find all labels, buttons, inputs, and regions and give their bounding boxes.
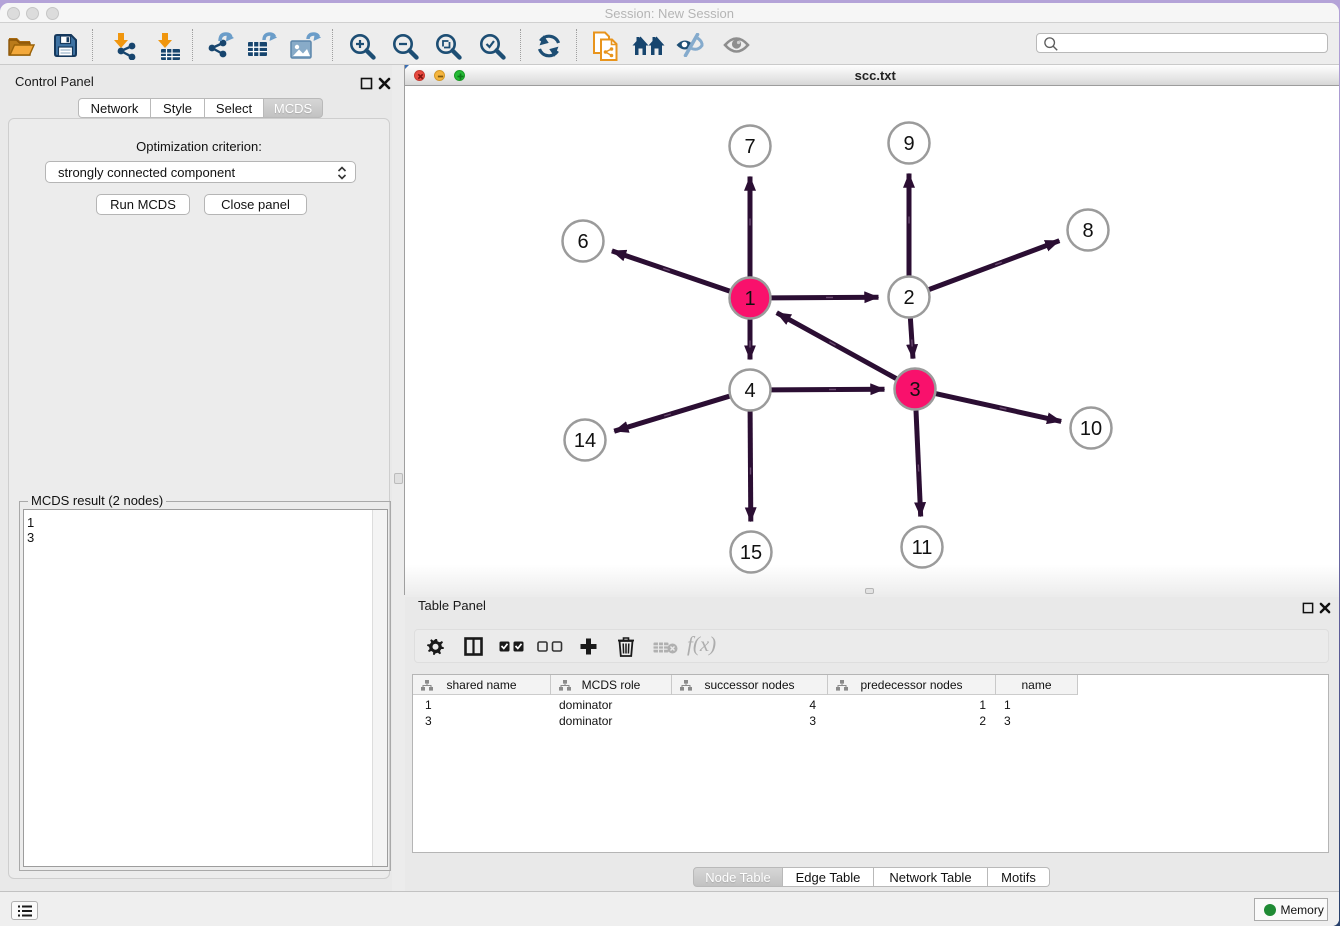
svg-text:4: 4	[744, 380, 755, 402]
svg-text:8: 8	[1082, 220, 1093, 242]
svg-text:3: 3	[909, 379, 920, 401]
svg-text:11: 11	[912, 537, 933, 559]
svg-text:9: 9	[903, 133, 914, 155]
svg-text:2: 2	[903, 287, 914, 309]
svg-text:14: 14	[574, 430, 596, 452]
svg-text:7: 7	[744, 136, 755, 158]
svg-text:15: 15	[740, 542, 762, 564]
svg-text:10: 10	[1080, 418, 1102, 440]
svg-text:6: 6	[577, 231, 588, 253]
svg-text:1: 1	[744, 288, 755, 310]
